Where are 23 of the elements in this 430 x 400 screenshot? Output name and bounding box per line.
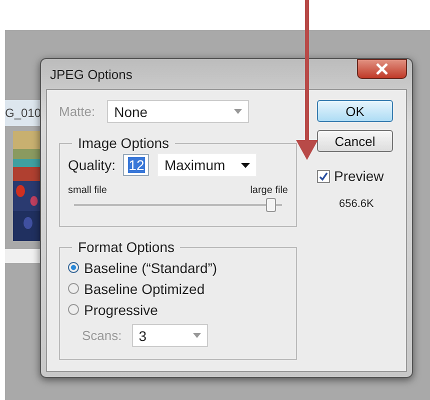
cancel-button[interactable]: Cancel xyxy=(317,130,393,152)
preview-checkbox[interactable]: Preview xyxy=(317,168,384,184)
quality-label: Quality: xyxy=(68,157,116,173)
group-title: Image Options xyxy=(77,135,170,151)
radio-option[interactable]: Baseline Optimized xyxy=(68,278,288,299)
slider-min-label: small file xyxy=(68,185,107,196)
quality-field[interactable]: 12 xyxy=(123,154,150,176)
file-size-text: 656.6K xyxy=(339,198,374,210)
caret-icon xyxy=(234,109,242,114)
slider-max-label: large file xyxy=(250,185,288,196)
caret-icon xyxy=(241,162,250,168)
radio-option[interactable]: Progressive xyxy=(68,299,288,320)
quality-dropdown[interactable]: Maximum xyxy=(157,153,258,177)
checkmark-icon xyxy=(318,170,329,182)
scans-label: Scans: xyxy=(82,328,122,343)
close-button[interactable] xyxy=(357,59,407,79)
group-title: Format Options xyxy=(77,239,176,255)
ok-button[interactable]: OK xyxy=(317,100,393,122)
radio-option[interactable]: Baseline (“Standard”) xyxy=(68,257,288,278)
window-title: JPEG Options xyxy=(50,66,132,82)
caret-icon xyxy=(192,333,201,338)
matte-label: Matte: xyxy=(59,104,96,119)
close-icon xyxy=(375,63,389,75)
